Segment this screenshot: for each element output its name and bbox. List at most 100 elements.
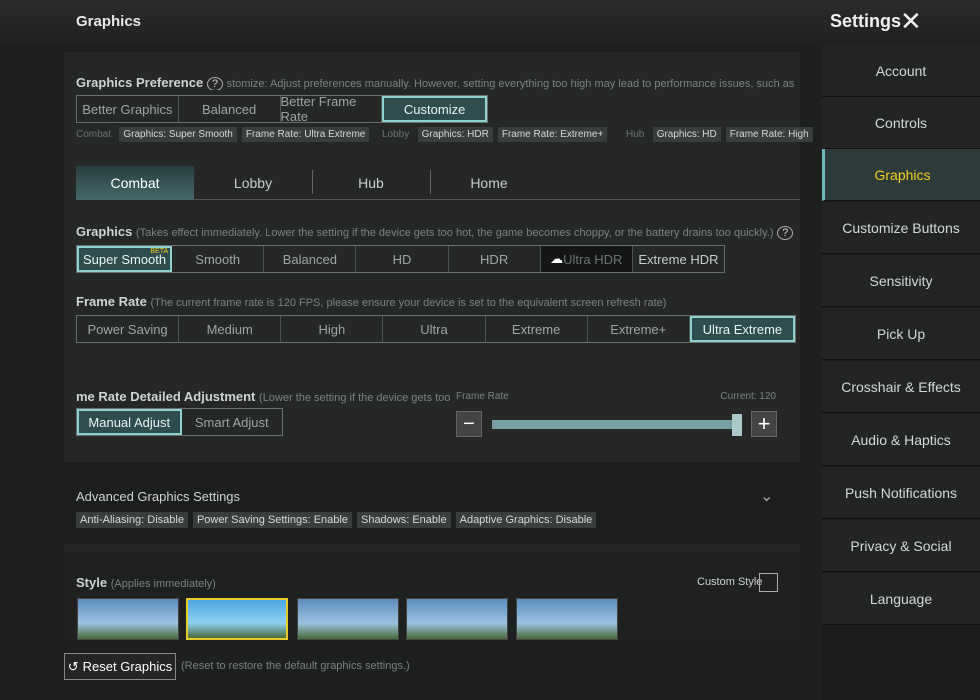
slider-handle[interactable] xyxy=(732,414,742,436)
sidebar-item-pick-up[interactable]: Pick Up xyxy=(822,308,980,360)
frame-rate-slider[interactable] xyxy=(492,420,742,429)
style-desc: (Applies immediately) xyxy=(110,578,216,590)
increase-button[interactable]: + xyxy=(751,411,777,437)
lobby-summary: Lobby Graphics: HDR Frame Rate: Extreme+ xyxy=(382,127,612,142)
option-ultra-extreme[interactable]: Ultra Extreme xyxy=(689,316,795,342)
option-hd[interactable]: HD xyxy=(356,246,449,272)
hub-summary-label: Hub xyxy=(626,129,645,140)
advanced-chip: Power Saving Settings: Enable xyxy=(192,512,352,528)
summary-chip: Graphics: HDR xyxy=(417,127,493,142)
advanced-chip: Shadows: Enable xyxy=(356,512,451,528)
slider-label: Frame Rate xyxy=(456,391,509,402)
option-hdr[interactable]: HDR xyxy=(449,246,541,272)
graphics-label: Graphics xyxy=(76,224,133,239)
sidebar-item-customize-buttons[interactable]: Customize Buttons xyxy=(822,202,980,254)
graphics-preference-row: Graphics Preference ? stomize: Adjust pr… xyxy=(76,75,796,90)
advanced-chip: Adaptive Graphics: Disable xyxy=(455,512,597,528)
option-extreme-plus[interactable]: Extreme+ xyxy=(588,316,690,342)
advanced-chips: Anti-Aliasing: Disable Power Saving Setti… xyxy=(76,512,601,528)
sidebar-item-privacy-social[interactable]: Privacy & Social xyxy=(822,520,980,572)
sidebar-item-sensitivity[interactable]: Sensitivity xyxy=(822,255,980,307)
custom-style-label: Custom Style xyxy=(697,576,763,588)
custom-style-checkbox[interactable] xyxy=(759,573,778,592)
adjustment-desc: (Lower the setting if the device gets to… xyxy=(259,392,450,404)
frame-rate-row: Frame Rate (The current frame rate is 12… xyxy=(76,294,666,309)
graphics-quality-selector: Super Smooth BETA Smooth Balanced HD HDR … xyxy=(76,245,725,273)
option-customize[interactable]: Customize xyxy=(382,96,487,122)
option-better-graphics[interactable]: Better Graphics xyxy=(77,96,179,122)
sidebar-item-crosshair-effects[interactable]: Crosshair & Effects xyxy=(822,361,980,413)
help-icon[interactable]: ? xyxy=(777,226,794,240)
advanced-chip: Anti-Aliasing: Disable xyxy=(76,512,188,528)
preference-selector: Better Graphics Balanced Better Frame Ra… xyxy=(76,94,488,124)
option-better-frame-rate[interactable]: Better Frame Rate xyxy=(281,94,383,124)
option-manual-adjust[interactable]: Manual Adjust xyxy=(77,409,182,435)
frame-rate-selector: Power Saving Medium High Ultra Extreme E… xyxy=(76,315,796,343)
option-label: Ultra HDR xyxy=(563,251,623,267)
style-thumbnail[interactable] xyxy=(186,598,288,640)
sidebar-item-audio-haptics[interactable]: Audio & Haptics xyxy=(822,414,980,466)
option-ultra-hdr[interactable]: ☁ Ultra HDR xyxy=(540,246,633,272)
option-extreme[interactable]: Extreme xyxy=(486,316,588,342)
style-thumbnail[interactable] xyxy=(516,598,618,640)
style-label: Style xyxy=(76,575,108,590)
option-power-saving[interactable]: Power Saving xyxy=(77,316,180,342)
option-smooth[interactable]: Smooth xyxy=(172,246,265,272)
graphics-desc: (Takes effect immediately. Lower the set… xyxy=(135,227,774,239)
summary-chip: Frame Rate: Ultra Extreme xyxy=(241,127,370,142)
close-icon[interactable]: ✕ xyxy=(900,6,922,37)
tab-combat[interactable]: Combat xyxy=(76,166,194,200)
combat-summary-label: Combat xyxy=(76,129,112,140)
lobby-summary-label: Lobby xyxy=(382,129,410,140)
page-title: Graphics xyxy=(76,13,142,30)
option-balanced[interactable]: Balanced xyxy=(179,96,281,122)
summary-chip: Graphics: Super Smooth xyxy=(119,127,237,142)
hub-summary: Hub Graphics: HD Frame Rate: High xyxy=(626,127,818,142)
adjustment-label: me Rate Detailed Adjustment xyxy=(76,389,256,404)
preference-desc: stomize: Adjust preferences manually. Ho… xyxy=(226,78,796,90)
advanced-label: Advanced Graphics Settings xyxy=(76,489,241,504)
preference-label: Graphics Preference xyxy=(76,75,204,90)
frame-rate-label: Frame Rate xyxy=(76,294,147,309)
decrease-button[interactable]: − xyxy=(456,411,482,437)
style-thumbnail[interactable] xyxy=(297,598,399,640)
reset-desc: (Reset to restore the default graphics s… xyxy=(181,660,410,672)
option-extreme-hdr[interactable]: Extreme HDR xyxy=(633,246,724,272)
reset-label: Reset Graphics xyxy=(82,659,173,674)
sidebar-item-account[interactable]: Account xyxy=(822,45,980,97)
sidebar: Account Controls Graphics Customize Butt… xyxy=(822,45,980,700)
sidebar-item-push-notifications[interactable]: Push Notifications xyxy=(822,467,980,519)
summary-chip: Graphics: HD xyxy=(652,127,721,142)
mode-tabs: Combat Lobby Hub Home xyxy=(76,166,800,200)
settings-title: Settings xyxy=(830,11,902,31)
style-thumbnail[interactable] xyxy=(77,598,179,640)
tab-lobby[interactable]: Lobby xyxy=(194,166,312,200)
graphics-row: Graphics (Takes effect immediately. Lowe… xyxy=(76,224,794,240)
reset-graphics-button[interactable]: ↺ Reset Graphics xyxy=(64,653,176,680)
adjust-mode-selector: Manual Adjust Smart Adjust xyxy=(76,408,283,436)
tab-hub[interactable]: Hub xyxy=(312,166,430,200)
tab-home[interactable]: Home xyxy=(430,166,548,200)
adjustment-row: me Rate Detailed Adjustment (Lower the s… xyxy=(76,389,450,404)
style-row: Style (Applies immediately) xyxy=(76,575,216,590)
summary-chip: Frame Rate: High xyxy=(725,127,813,142)
beta-badge: BETA xyxy=(150,248,169,255)
option-medium[interactable]: Medium xyxy=(179,316,282,342)
help-icon[interactable]: ? xyxy=(206,77,223,90)
sidebar-item-graphics[interactable]: Graphics xyxy=(822,149,980,201)
option-smart-adjust[interactable]: Smart Adjust xyxy=(182,409,283,435)
slider-current: Current: 120 xyxy=(720,391,776,402)
chevron-down-icon[interactable]: ⌄ xyxy=(760,486,773,506)
combat-summary: Combat Graphics: Super Smooth Frame Rate:… xyxy=(76,127,374,142)
frame-rate-desc: (The current frame rate is 120 FPS, plea… xyxy=(150,297,667,309)
sidebar-item-language[interactable]: Language xyxy=(822,573,980,625)
undo-icon: ↺ xyxy=(67,658,79,674)
option-high[interactable]: High xyxy=(281,316,384,342)
option-ultra[interactable]: Ultra xyxy=(383,316,486,342)
cloud-download-icon: ☁ xyxy=(550,251,564,266)
sidebar-item-controls[interactable]: Controls xyxy=(822,97,980,149)
summary-chip: Frame Rate: Extreme+ xyxy=(497,127,608,142)
option-balanced[interactable]: Balanced xyxy=(264,246,357,272)
option-super-smooth[interactable]: Super Smooth BETA xyxy=(77,246,173,272)
style-thumbnail[interactable] xyxy=(406,598,508,640)
